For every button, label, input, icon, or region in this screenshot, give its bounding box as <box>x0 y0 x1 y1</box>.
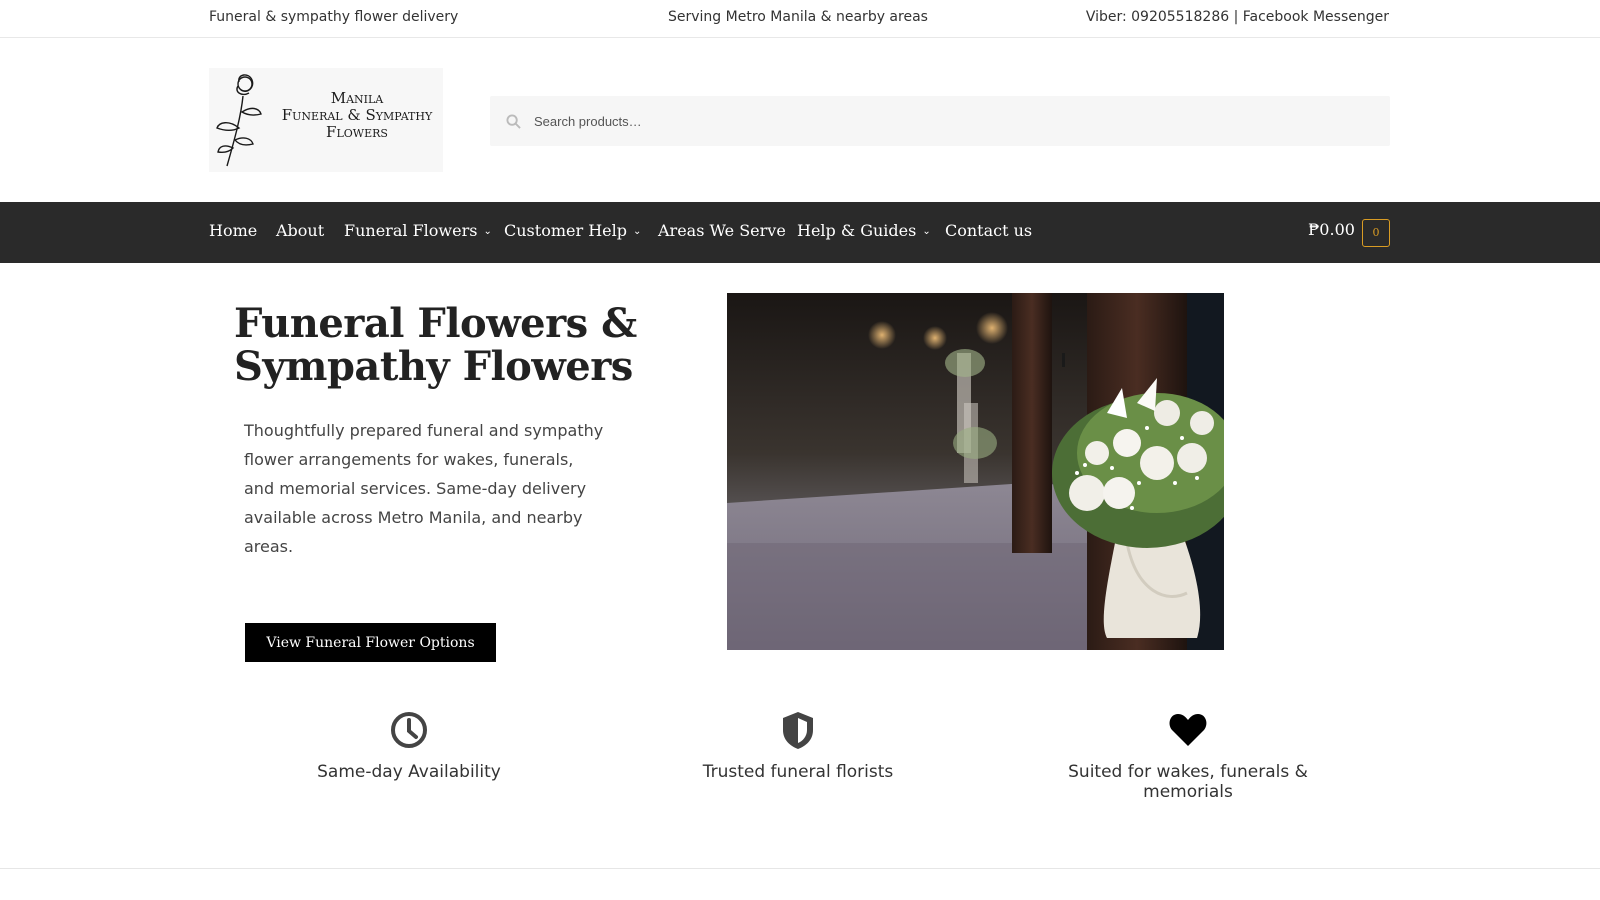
feature-label: Suited for wakes, funerals & memorials <box>1068 762 1308 802</box>
hero-description: Thoughtfully prepared funeral and sympat… <box>244 421 604 556</box>
nav-contact-us[interactable]: Contact us <box>945 221 1032 240</box>
site-logo[interactable]: Manila Funeral & Sympathy Flowers <box>209 68 443 172</box>
feature-same-day: Same-day Availability <box>249 708 569 782</box>
logo-line-3: Flowers <box>326 123 388 141</box>
search-icon <box>506 114 521 129</box>
hero-title: Funeral Flowers & Sympathy Flowers <box>234 300 637 390</box>
nav-home[interactable]: Home <box>209 221 257 240</box>
logo-line-1: Manila <box>330 89 384 107</box>
nav-about-label: About <box>276 221 325 240</box>
rose-icon <box>216 74 262 167</box>
nav-contact-label: Contact us <box>945 221 1033 240</box>
nav-areas-we-serve[interactable]: Areas We Serve <box>658 221 786 240</box>
view-funeral-flowers-button[interactable]: View Funeral Flower Options <box>245 623 496 662</box>
logo-line-2: Funeral & Sympathy <box>281 106 433 124</box>
nav-customer-help[interactable]: Customer Help ⌄ <box>504 221 641 240</box>
flower-arrangement-photo <box>727 293 1224 650</box>
clock-icon <box>391 712 427 748</box>
feature-label: Trusted funeral florists <box>702 762 894 782</box>
cart-count-badge[interactable]: 0 <box>1362 219 1390 247</box>
nav-help-guides[interactable]: Help & Guides ⌄ <box>797 221 931 240</box>
cart-total[interactable]: ₱0.00 <box>1308 220 1355 239</box>
shield-icon <box>783 712 813 749</box>
hero-flower-photo <box>727 293 1224 650</box>
section-divider <box>0 868 1600 869</box>
chevron-down-icon: ⌄ <box>922 226 931 237</box>
feature-trusted-florists: Trusted funeral florists <box>638 708 958 782</box>
main-navigation: Home About Funeral Flowers ⌄ Customer Hel… <box>0 202 1600 263</box>
nav-funeral-flowers-label: Funeral Flowers <box>344 221 478 240</box>
top-info-bar: Funeral & sympathy flower delivery Servi… <box>0 0 1600 38</box>
search-input[interactable] <box>534 96 1374 146</box>
topbar-contact[interactable]: Viber: 09205518286 | Facebook Messenger <box>1086 9 1389 25</box>
nav-funeral-flowers[interactable]: Funeral Flowers ⌄ <box>344 221 492 240</box>
nav-customer-help-label: Customer Help <box>504 221 627 240</box>
feature-label: Same-day Availability <box>317 762 501 782</box>
nav-about[interactable]: About <box>276 221 324 240</box>
chevron-down-icon: ⌄ <box>483 226 492 237</box>
nav-areas-label: Areas We Serve <box>658 221 786 240</box>
heart-icon <box>1169 714 1207 746</box>
feature-suited-for-wakes: Suited for wakes, funerals & memorials <box>1028 708 1348 802</box>
chevron-down-icon: ⌄ <box>632 226 642 237</box>
logo-wordmark: Manila Funeral & Sympathy Flowers <box>271 90 443 141</box>
nav-home-label: Home <box>209 221 258 240</box>
topbar-service-area: Serving Metro Manila & nearby areas <box>668 9 928 25</box>
nav-help-guides-label: Help & Guides <box>797 221 917 240</box>
topbar-tagline: Funeral & sympathy flower delivery <box>209 9 459 25</box>
product-search <box>490 96 1390 146</box>
